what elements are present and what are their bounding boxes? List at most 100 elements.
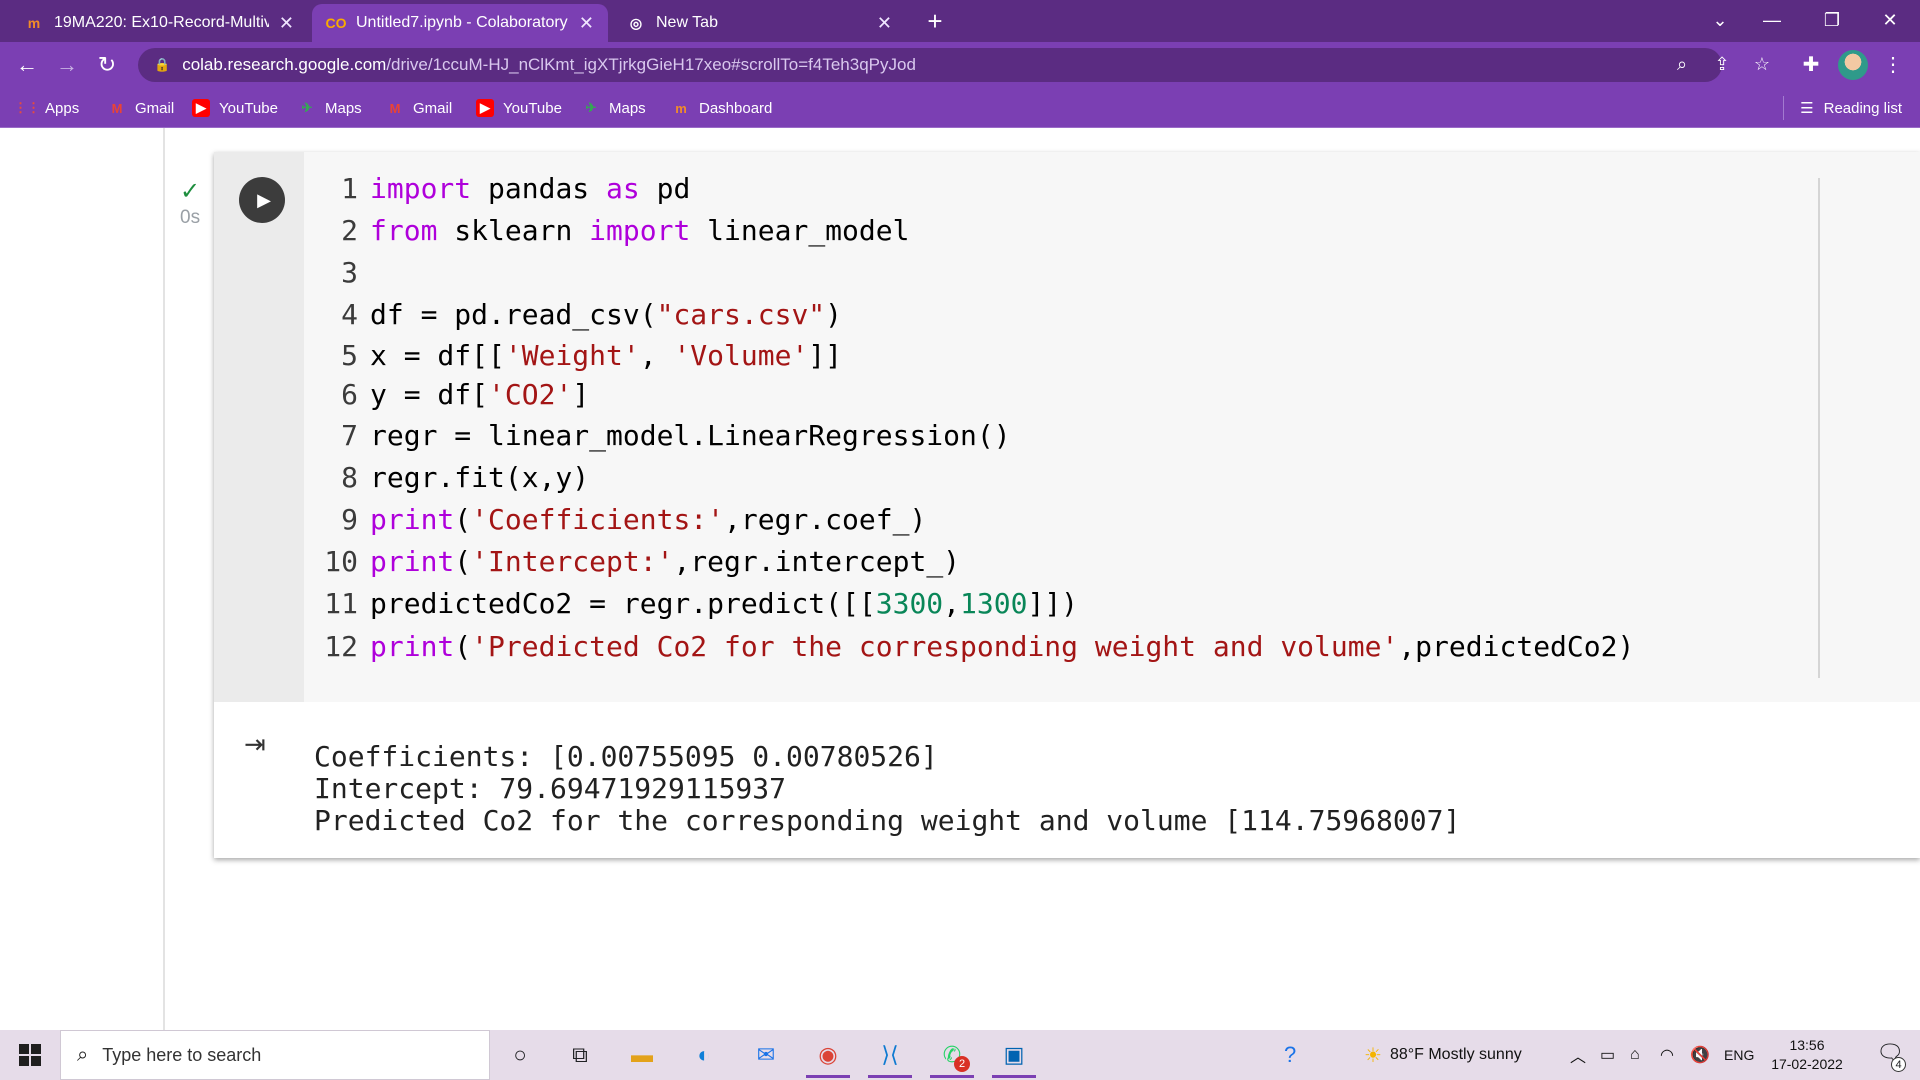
mail-icon[interactable]: ✉ <box>738 1030 794 1080</box>
weather-widget[interactable]: ☀ 88°F Mostly sunny <box>1364 1030 1522 1080</box>
bookmark-label: YouTube <box>503 99 562 117</box>
close-icon[interactable]: ✕ <box>877 13 892 34</box>
tab-moodle[interactable]: m 19MA220: Ex10-Record-Multivari ✕ <box>10 4 308 42</box>
editor-scrollbar[interactable] <box>1818 178 1820 678</box>
taskbar-search[interactable]: ⌕ Type here to search <box>60 1030 490 1080</box>
cell-gutter: ▶ <box>214 152 304 702</box>
start-button[interactable] <box>0 1030 60 1080</box>
output-line: Coefficients: [0.00755095 0.00780526] <box>314 740 938 773</box>
code-token: ( <box>454 502 472 536</box>
edge-icon[interactable]: ◐ <box>676 1030 732 1080</box>
maps-icon: ✈ <box>585 100 597 115</box>
language-indicator[interactable]: ENG <box>1724 1030 1754 1080</box>
wifi-icon[interactable]: ◠ <box>1660 1030 1674 1080</box>
bookmark-gmail-2[interactable]: M Gmail <box>386 96 453 120</box>
code-token: "cars.csv" <box>656 297 826 331</box>
code-token: 'Weight' <box>504 338 640 372</box>
bookmark-label: Gmail <box>135 99 175 117</box>
clock-time: 13:56 <box>1789 1037 1825 1053</box>
meet-now-icon[interactable]: ⌂ <box>1630 1030 1640 1080</box>
colab-icon: CO <box>325 15 347 31</box>
chrome-icon: ◎ <box>629 14 643 31</box>
close-icon[interactable]: ✕ <box>279 13 294 34</box>
code-line: 1 import pandas as pd <box>304 168 690 208</box>
code-token: as <box>606 171 640 205</box>
whatsapp-icon[interactable]: ✆ 2 <box>924 1030 980 1080</box>
code-token: import <box>370 171 472 205</box>
code-token: 'Coefficients:' <box>471 502 725 536</box>
lock-icon: 🔒 <box>154 57 171 72</box>
cell-output: ⇥ Coefficients: [0.00755095 0.00780526] … <box>214 702 1920 858</box>
back-icon[interactable]: ← <box>12 50 42 80</box>
url-text: colab.research.google.com/drive/1ccuM-HJ… <box>182 55 916 75</box>
tab-title: 19MA220: Ex10-Record-Multivari <box>54 14 269 31</box>
tab-title: Untitled7.ipynb - Colaboratory <box>356 14 568 31</box>
extensions-icon[interactable]: ✚ <box>1794 48 1828 82</box>
sidebar-divider <box>163 128 165 1030</box>
clock[interactable]: 13:56 17-02-2022 <box>1762 1036 1852 1074</box>
bookmark-label: Apps <box>45 99 80 117</box>
task-view-icon[interactable]: ⧉ <box>552 1030 608 1080</box>
tab-colab[interactable]: CO Untitled7.ipynb - Colaboratory ✕ <box>312 4 608 42</box>
bookmark-apps[interactable]: ⋮⋮ Apps <box>14 96 80 120</box>
gmail-icon: M <box>389 100 401 116</box>
volume-muted-icon[interactable]: 🔇 <box>1690 1030 1710 1080</box>
code-line: 8 regr.fit(x,y) <box>304 457 589 497</box>
bookmark-maps[interactable]: ✈ Maps <box>298 96 362 120</box>
bookmark-gmail[interactable]: M Gmail <box>108 96 175 120</box>
restore-icon[interactable]: ❐ <box>1812 4 1852 36</box>
menu-icon[interactable]: ⋮ <box>1876 48 1910 82</box>
cortana-icon[interactable]: ○ <box>492 1030 548 1080</box>
output-clear-icon[interactable]: ⇥ <box>244 729 276 759</box>
url-path: /drive/1ccuM-HJ_nClKmt_igXTjrkgGieH17xeo… <box>386 55 916 74</box>
reading-list-button[interactable]: ☰ Reading list <box>1783 96 1902 120</box>
reload-icon[interactable]: ↻ <box>92 50 122 80</box>
avatar[interactable] <box>1838 50 1868 80</box>
line-number: 9 <box>341 502 358 536</box>
bookmark-star-icon[interactable]: ☆ <box>1748 50 1776 78</box>
battery-icon[interactable]: ▭ <box>1600 1030 1615 1080</box>
line-number: 4 <box>341 297 358 331</box>
file-explorer-icon[interactable]: ▬ <box>614 1030 670 1080</box>
minimize-icon[interactable]: — <box>1752 4 1792 36</box>
address-bar[interactable]: 🔒 colab.research.google.com/drive/1ccuM-… <box>138 48 1722 82</box>
zoom-icon[interactable]: ⌕ <box>1668 50 1696 78</box>
whatsapp-badge: 2 <box>954 1056 970 1072</box>
help-icon[interactable]: ? <box>1284 1030 1296 1080</box>
new-tab-button[interactable]: + <box>920 6 950 36</box>
code-token: x = df[[ <box>370 338 505 372</box>
line-number: 1 <box>341 171 358 205</box>
code-token: 'Intercept:' <box>471 544 674 578</box>
code-token: ,predictedCo2) <box>1398 629 1635 663</box>
maps-icon: ✈ <box>301 100 313 115</box>
search-icon: ⌕ <box>77 1043 89 1066</box>
vscode-icon[interactable]: ⟩⟨ <box>862 1030 918 1080</box>
bookmark-youtube[interactable]: ▶ YouTube <box>192 96 278 120</box>
forward-icon[interactable]: → <box>52 50 82 80</box>
code-token: from <box>370 213 438 247</box>
code-line: 4 df = pd.read_csv("cars.csv") <box>304 294 842 334</box>
code-line: 11 predictedCo2 = regr.predict([[3300, 130… <box>304 583 1078 623</box>
code-editor[interactable]: 1 import pandas as pd 2 from sklearn import… <box>304 152 1920 702</box>
bookmark-dashboard[interactable]: m Dashboard <box>672 96 772 120</box>
code-token: predictedCo2 = regr.predict([[ <box>370 586 876 620</box>
code-token: print <box>370 629 455 663</box>
code-token: ]]) <box>1027 586 1079 620</box>
line-number: 5 <box>341 338 358 372</box>
bookmark-youtube-2[interactable]: ▶ YouTube <box>476 96 562 120</box>
show-hidden-icons[interactable]: ︿ <box>1570 1030 1586 1080</box>
tab-new[interactable]: ◎ New Tab ✕ <box>612 4 906 42</box>
notification-icon[interactable]: 🗨 4 <box>1874 1040 1906 1072</box>
share-icon[interactable]: ⇪ <box>1708 50 1736 78</box>
close-window-icon[interactable]: ✕ <box>1870 4 1910 36</box>
photos-icon[interactable]: ▣ <box>986 1030 1042 1080</box>
run-cell-button[interactable]: ▶ <box>239 177 285 223</box>
chrome-icon[interactable]: ◉ <box>800 1030 856 1080</box>
bookmark-maps-2[interactable]: ✈ Maps <box>582 96 646 120</box>
execution-success-icon: ✓ <box>180 178 201 205</box>
tab-search-icon[interactable]: ⌄ <box>1700 4 1740 36</box>
code-cell[interactable]: ▶ 1 import pandas as pd 2 from sklearn impo… <box>214 152 1920 858</box>
code-token: pandas <box>471 171 607 205</box>
code-line: 7 regr = linear_model.LinearRegression() <box>304 415 1010 455</box>
close-icon[interactable]: ✕ <box>579 13 594 34</box>
